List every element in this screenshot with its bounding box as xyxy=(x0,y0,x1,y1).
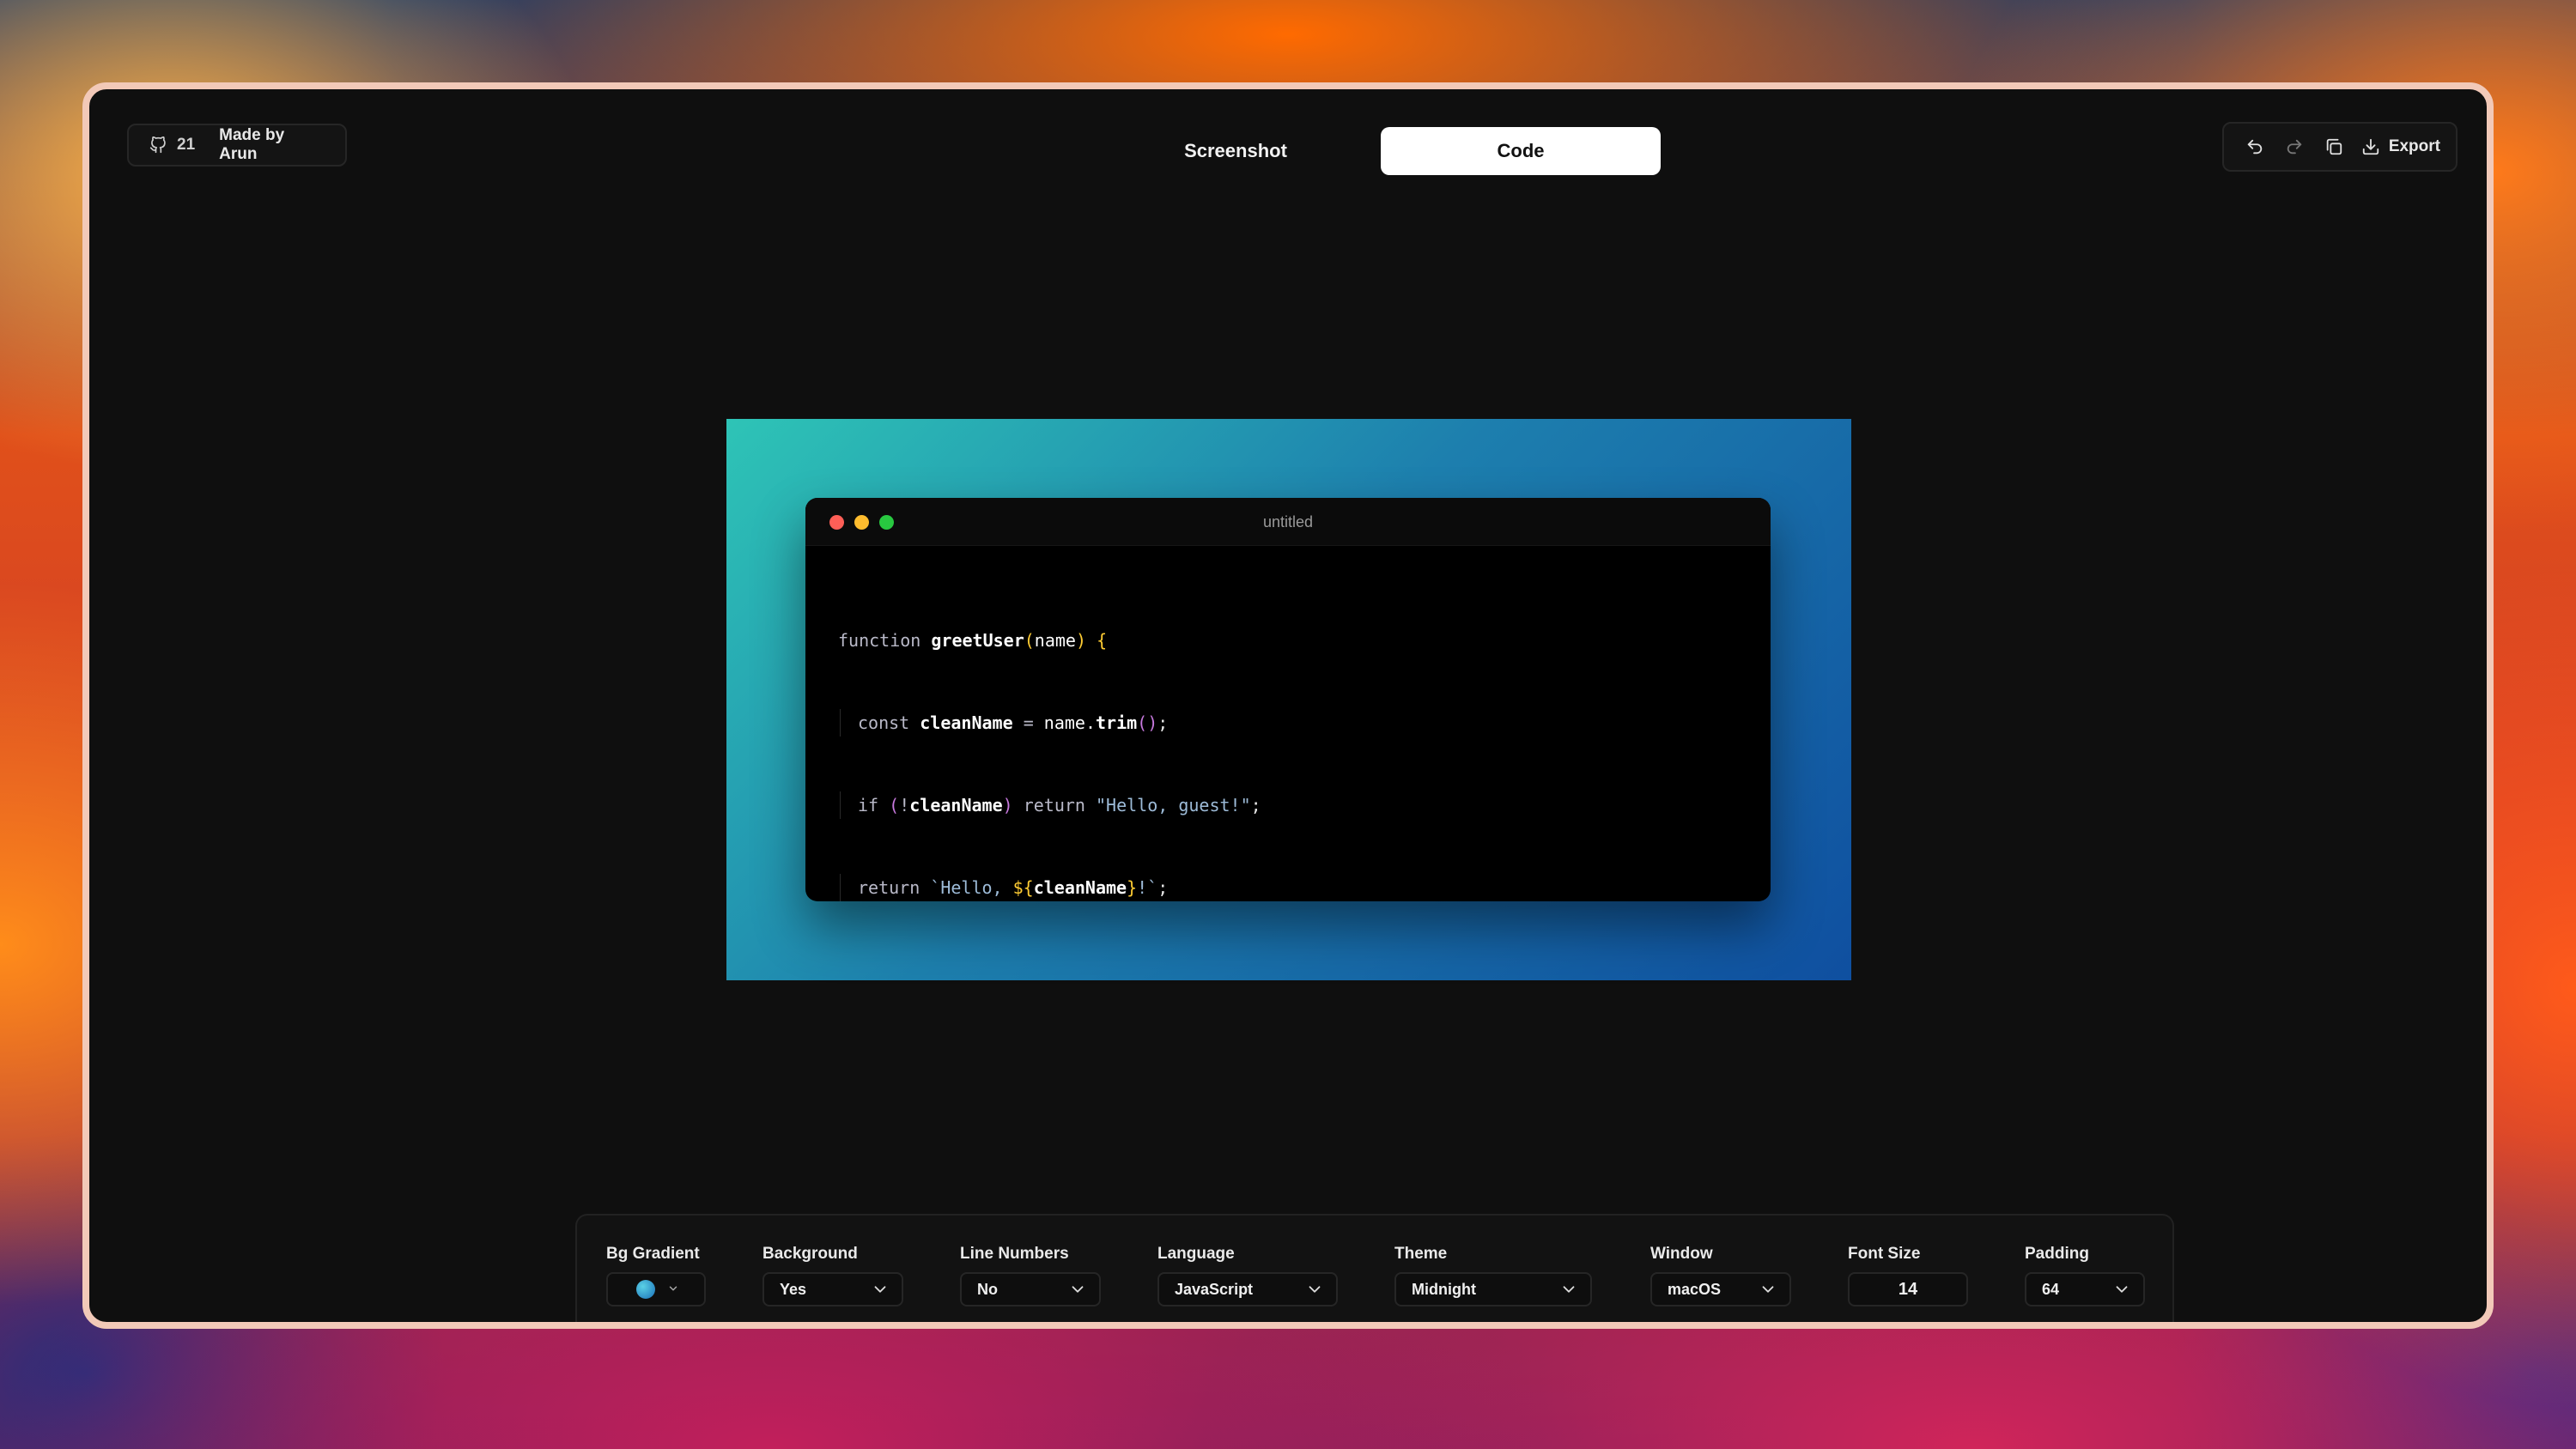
language-select[interactable]: JavaScript xyxy=(1157,1272,1338,1307)
gradient-swatch-icon xyxy=(636,1280,655,1299)
chevron-down-icon xyxy=(1762,1286,1774,1293)
code-window-title[interactable]: untitled xyxy=(805,513,1771,531)
padding-value: 64 xyxy=(2042,1280,2060,1298)
window-value: macOS xyxy=(1668,1280,1722,1298)
code-window: untitled function greetUser(name) { cons… xyxy=(805,498,1771,901)
undo-button[interactable] xyxy=(2243,135,2267,159)
background-value: Yes xyxy=(780,1280,807,1298)
line-numbers-select[interactable]: No xyxy=(960,1272,1101,1307)
padding-select[interactable]: 64 xyxy=(2025,1272,2145,1307)
github-star-count: 21 xyxy=(177,136,196,154)
theme-value: Midnight xyxy=(1412,1280,1476,1298)
github-author-badge[interactable]: 21 Made by Arun xyxy=(127,124,347,167)
code-line: const cleanName = name.trim(); xyxy=(840,709,1771,737)
font-size-control: Font Size 14 xyxy=(1848,1245,1968,1307)
copy-button[interactable] xyxy=(2322,135,2346,159)
made-by-link[interactable]: Made by Arun xyxy=(219,126,325,164)
copy-icon xyxy=(2326,138,2342,155)
chevron-down-icon xyxy=(1563,1286,1575,1293)
code-line: function greetUser(name) { xyxy=(838,630,1108,651)
chevron-down-icon xyxy=(1072,1286,1084,1293)
code-line: if (!cleanName) return "Hello, guest!"; xyxy=(840,791,1771,819)
mode-tabs: Screenshot Code xyxy=(1137,127,1661,175)
font-size-label: Font Size xyxy=(1848,1245,1921,1263)
window-label: Window xyxy=(1650,1245,1713,1263)
chevron-down-icon xyxy=(874,1286,886,1293)
background-control: Background Yes xyxy=(762,1245,903,1307)
export-label: Export xyxy=(2388,137,2440,155)
preview-canvas: untitled function greetUser(name) { cons… xyxy=(726,419,1851,980)
background-select[interactable]: Yes xyxy=(762,1272,903,1307)
redo-button[interactable] xyxy=(2282,135,2306,159)
export-button[interactable]: Export xyxy=(2361,137,2440,156)
font-size-input[interactable]: 14 xyxy=(1848,1272,1968,1307)
language-value: JavaScript xyxy=(1175,1280,1254,1298)
app-window: 21 Made by Arun Screenshot Code Export u… xyxy=(82,82,2494,1329)
bg-gradient-picker[interactable] xyxy=(606,1272,706,1307)
padding-label: Padding xyxy=(2025,1245,2089,1263)
line-numbers-label: Line Numbers xyxy=(960,1245,1069,1263)
padding-control: Padding 64 xyxy=(2025,1245,2145,1307)
window-control: Window macOS xyxy=(1650,1245,1791,1307)
language-label: Language xyxy=(1157,1245,1235,1263)
download-icon xyxy=(2362,138,2379,155)
theme-select[interactable]: Midnight xyxy=(1394,1272,1592,1307)
theme-control: Theme Midnight xyxy=(1394,1245,1592,1307)
github-icon xyxy=(149,136,166,154)
undo-icon xyxy=(2247,139,2263,155)
line-numbers-value: No xyxy=(977,1280,998,1298)
bg-gradient-control: Bg Gradient xyxy=(606,1245,706,1307)
redo-icon xyxy=(2287,139,2302,155)
language-control: Language JavaScript xyxy=(1157,1245,1338,1307)
code-line: return `Hello, ${cleanName}!`; xyxy=(840,874,1771,901)
line-numbers-control: Line Numbers No xyxy=(960,1245,1101,1307)
chevron-down-icon xyxy=(2116,1286,2128,1293)
chevron-down-icon xyxy=(667,1281,679,1299)
bg-gradient-label: Bg Gradient xyxy=(606,1245,700,1263)
background-label: Background xyxy=(762,1245,858,1263)
controls-bar: Bg Gradient Background Yes Line Numbers … xyxy=(575,1214,2174,1322)
window-select[interactable]: macOS xyxy=(1650,1272,1791,1307)
theme-label: Theme xyxy=(1394,1245,1448,1263)
github-stars[interactable]: 21 xyxy=(149,136,195,155)
chevron-down-icon xyxy=(1309,1286,1321,1293)
code-editor[interactable]: function greetUser(name) { const cleanNa… xyxy=(805,546,1771,901)
toolbar-actions: Export xyxy=(2222,122,2458,172)
tab-screenshot[interactable]: Screenshot xyxy=(1137,127,1334,175)
tab-code[interactable]: Code xyxy=(1381,127,1661,175)
code-window-titlebar: untitled xyxy=(805,498,1771,546)
